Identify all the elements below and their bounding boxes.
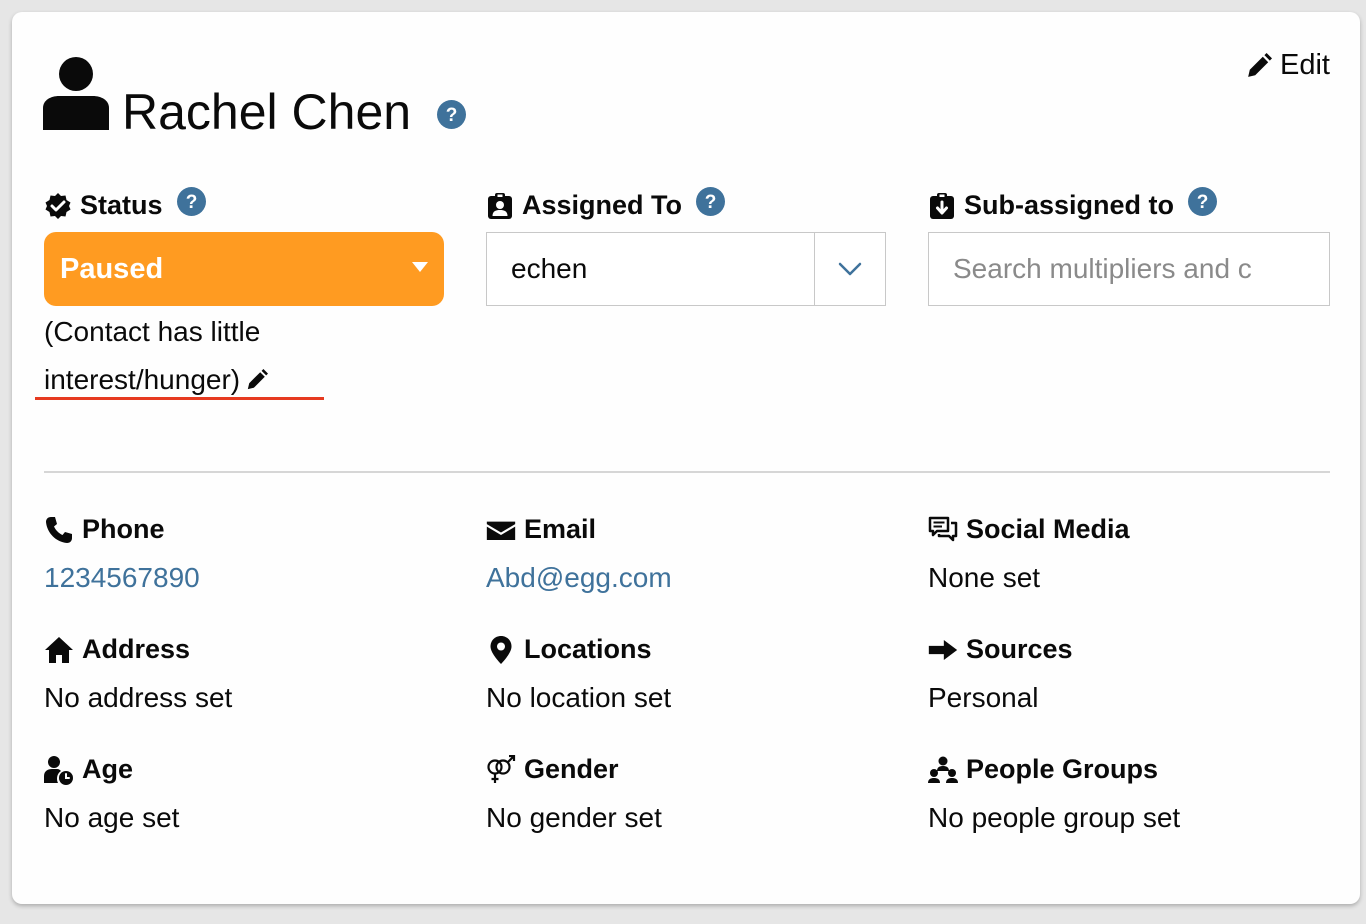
status-reason: (Contact has little interest/hunger) — [44, 316, 261, 395]
help-icon[interactable]: ? — [1188, 187, 1218, 216]
email-value-link[interactable]: Abd@egg.com — [486, 562, 672, 594]
home-icon — [45, 636, 73, 663]
status-check-icon — [45, 192, 71, 219]
age-value: No age set — [44, 802, 180, 833]
phone-label: Phone — [82, 514, 165, 544]
gender-label: Gender — [524, 754, 619, 784]
status-description: (Contact has little interest/hunger) — [44, 308, 344, 404]
chevron-down-icon — [838, 262, 862, 276]
assigned-to-label: Assigned To — [522, 190, 683, 220]
email-label: Email — [524, 514, 597, 544]
contact-details-card: Rachel Chen ? Edit Status ? Paused (Cont… — [12, 12, 1360, 904]
svg-text:?: ? — [1197, 192, 1209, 213]
edit-label: Edit — [1280, 49, 1330, 81]
sources-heading: Sources — [928, 634, 1073, 665]
pencil-icon — [1248, 52, 1273, 77]
people-groups-icon — [928, 756, 958, 783]
social-media-heading: Social Media — [928, 514, 1130, 545]
pencil-icon[interactable] — [246, 369, 269, 391]
locations-heading: Locations — [486, 634, 652, 665]
assigned-badge-icon — [488, 192, 512, 219]
assigned-to-value: echen — [511, 253, 588, 284]
contact-name: Rachel Chen — [122, 84, 412, 140]
locations-value: No location set — [486, 682, 672, 713]
help-icon[interactable]: ? — [437, 100, 466, 129]
people-groups-value: No people group set — [928, 802, 1181, 833]
caret-down-icon — [412, 262, 428, 272]
age-label: Age — [82, 754, 134, 784]
sub-assigned-search-input[interactable] — [928, 232, 1330, 306]
sub-assigned-label: Sub-assigned to — [964, 190, 1175, 220]
social-media-value: None set — [928, 562, 1041, 593]
svg-text:?: ? — [705, 192, 717, 213]
section-divider — [44, 471, 1330, 473]
status-heading: Status ? — [44, 187, 206, 221]
address-value: No address set — [44, 682, 233, 713]
sources-label: Sources — [966, 634, 1073, 664]
status-value: Paused — [60, 252, 164, 285]
help-icon[interactable]: ? — [696, 187, 726, 216]
gender-icon — [487, 754, 516, 783]
social-media-label: Social Media — [966, 514, 1130, 544]
address-heading: Address — [44, 634, 190, 665]
phone-heading: Phone — [44, 514, 165, 545]
sources-value: Personal — [928, 682, 1039, 713]
email-heading: Email — [486, 514, 596, 545]
people-groups-label: People Groups — [966, 754, 1159, 784]
svg-text:?: ? — [446, 105, 458, 126]
help-icon[interactable]: ? — [176, 187, 206, 216]
locations-label: Locations — [524, 634, 652, 664]
sub-assigned-icon — [930, 192, 954, 219]
sub-assigned-heading: Sub-assigned to ? — [928, 187, 1218, 221]
address-label: Address — [82, 634, 191, 664]
people-groups-heading: People Groups — [928, 754, 1158, 785]
assigned-to-dropdown-toggle[interactable] — [814, 233, 885, 305]
svg-text:?: ? — [185, 192, 197, 213]
edit-button[interactable]: Edit — [1246, 49, 1330, 82]
phone-icon — [46, 516, 72, 543]
status-label: Status — [80, 190, 163, 220]
map-pin-icon — [490, 635, 512, 664]
assigned-to-select[interactable]: echen — [486, 232, 886, 306]
gender-heading: Gender — [486, 754, 619, 785]
assigned-to-heading: Assigned To ? — [486, 187, 726, 221]
phone-value-link[interactable]: 1234567890 — [44, 562, 200, 594]
status-select[interactable]: Paused — [44, 232, 444, 306]
arrow-right-icon — [928, 639, 958, 660]
gender-value: No gender set — [486, 802, 662, 833]
age-icon — [44, 755, 73, 785]
social-media-icon — [928, 516, 958, 541]
status-reason-underline — [35, 397, 324, 400]
person-icon — [43, 57, 109, 130]
email-icon — [486, 521, 516, 540]
age-heading: Age — [44, 754, 133, 785]
